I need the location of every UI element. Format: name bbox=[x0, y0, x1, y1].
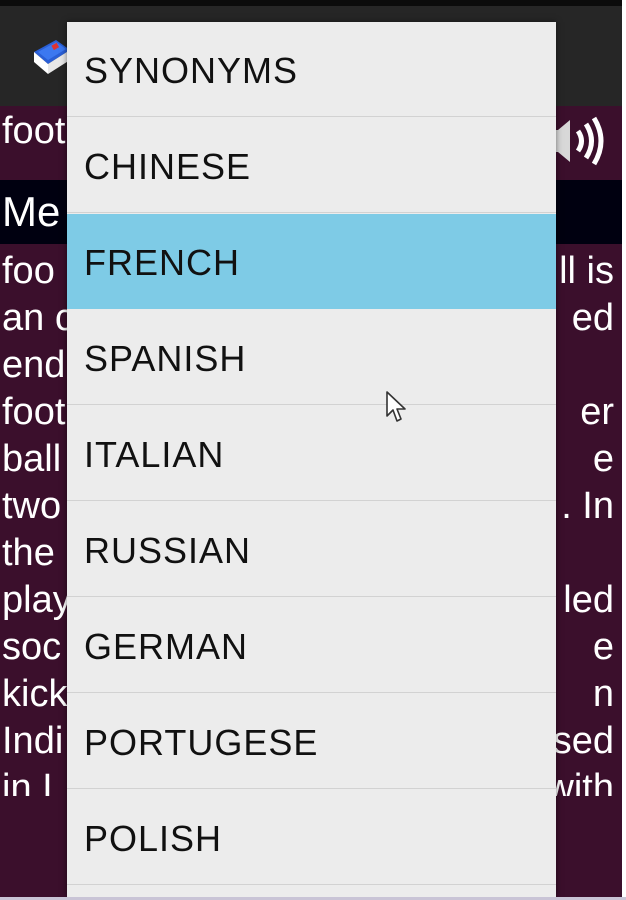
dropdown-item-french[interactable]: FRENCH bbox=[67, 214, 556, 309]
definition-line-right-text: e bbox=[592, 438, 614, 480]
dropdown-item-label: GERMAN bbox=[84, 626, 249, 667]
definition-line-left-text: ball bbox=[2, 438, 62, 480]
speaker-icon[interactable] bbox=[548, 114, 610, 168]
definition-line-left-text: play bbox=[2, 579, 72, 621]
dropdown-item-portugese[interactable]: PORTUGESE bbox=[67, 694, 556, 789]
mouse-pointer-icon bbox=[386, 391, 406, 422]
definition-line-right-text: ll is bbox=[559, 250, 614, 292]
dropdown-item-synonyms[interactable]: SYNONYMS bbox=[67, 22, 556, 117]
definition-line-left-text: foot bbox=[2, 391, 66, 433]
dropdown-item-spanish[interactable]: SPANISH bbox=[67, 310, 556, 405]
definition-line-right-text: e bbox=[592, 626, 614, 668]
status-strip bbox=[0, 0, 622, 6]
definition-line-left-text: in I bbox=[2, 767, 53, 796]
app-screen: foot Me foo ll is an c ed end foot er ball e two.… bbox=[0, 0, 622, 897]
definition-line-right-text: er bbox=[580, 391, 614, 433]
dropdown-item-russian[interactable]: RUSSIAN bbox=[67, 502, 556, 597]
definition-line-left-text: soc bbox=[2, 626, 62, 668]
definition-line-right-text: . In bbox=[561, 485, 614, 527]
dropdown-item-label: ITALIAN bbox=[84, 434, 225, 475]
definition-line-left-text: the bbox=[2, 532, 55, 574]
definition-line-left-text: kick bbox=[2, 673, 68, 715]
dropdown-item-label: SPANISH bbox=[84, 338, 247, 379]
dropdown-item-label: PORTUGESE bbox=[84, 722, 319, 763]
book-icon[interactable] bbox=[30, 34, 72, 80]
dropdown-item-german[interactable]: GERMAN bbox=[67, 598, 556, 693]
definition-line-left-text: end bbox=[2, 344, 66, 386]
dropdown-item-polish[interactable]: POLISH bbox=[67, 790, 556, 885]
definition-line-right-text: n bbox=[592, 673, 614, 715]
definition-line-left-text: foo bbox=[2, 250, 55, 292]
dropdown-item-label: RUSSIAN bbox=[84, 530, 252, 571]
meaning-title: Me bbox=[2, 188, 61, 235]
dropdown-item-italian[interactable]: ITALIAN bbox=[67, 406, 556, 501]
window-edge-right bbox=[622, 0, 626, 900]
definition-line-left-text: an c bbox=[2, 297, 74, 339]
language-dropdown[interactable]: SYNONYMS CHINESE FRENCH SPANISH ITALIAN RUSSI… bbox=[67, 22, 556, 897]
word-text[interactable]: foot bbox=[2, 110, 65, 153]
dropdown-item-label: POLISH bbox=[84, 818, 223, 859]
definition-line-right-text: led bbox=[563, 579, 614, 621]
dropdown-item-label: CHINESE bbox=[84, 146, 252, 187]
definition-line-right-text: sed bbox=[552, 720, 614, 762]
definition-line-right-text: with bbox=[546, 767, 614, 796]
dropdown-item-label: FRENCH bbox=[84, 242, 240, 283]
definition-line-left-text: two bbox=[2, 485, 62, 527]
definition-line-left-text: Indi bbox=[2, 720, 64, 762]
dropdown-item-chinese[interactable]: CHINESE bbox=[67, 118, 556, 213]
definition-line-right-text: ed bbox=[571, 297, 614, 339]
dropdown-item-label: SYNONYMS bbox=[84, 50, 299, 91]
